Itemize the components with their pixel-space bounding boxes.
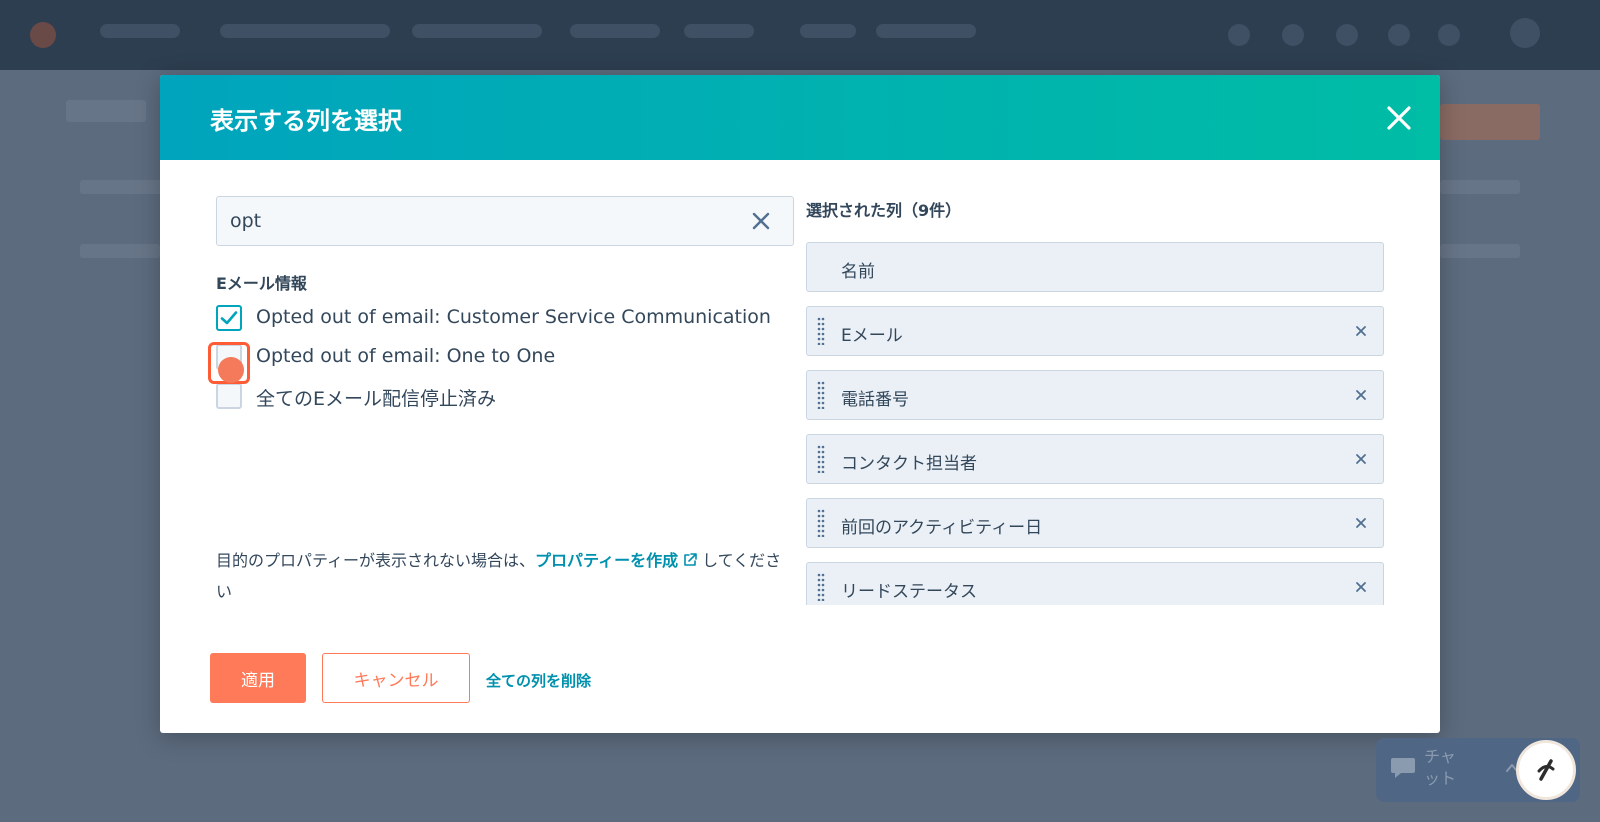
selected-column-label: コンタクト担当者 [841,454,977,474]
cancel-button[interactable]: キャンセル [322,653,470,703]
selected-column-item[interactable]: 前回のアクティビティー日 [806,498,1384,548]
selected-column-item[interactable]: コンタクト担当者 [806,434,1384,484]
background-nav-item [412,24,542,38]
background-page-title [66,100,146,122]
background-logo [30,22,56,48]
clear-search-button[interactable] [749,209,773,233]
background-help-icon [1388,24,1410,46]
checkmark-icon [220,311,238,325]
background-nav-item [570,24,660,38]
background-nav-item [684,24,754,38]
background-tab [80,180,170,194]
background-filter [80,244,160,258]
create-property-link[interactable]: プロパティーを作成 [535,551,678,570]
property-option-label: Opted out of email: Customer Service Com… [256,306,771,328]
property-group-label: Eメール情報 [216,274,307,293]
property-search-input[interactable] [217,197,737,245]
apply-button[interactable]: 適用 [210,653,306,703]
background-nav-item [876,24,976,38]
property-option[interactable]: 全てのEメール配信停止済み [216,381,796,411]
drag-handle-icon[interactable] [817,445,825,473]
background-search-icon [1228,24,1250,46]
help-text-prefix: 目的のプロパティーが表示されない場合は、 [216,551,536,570]
modal-header: 表示する列を選択 [160,75,1440,160]
external-link-icon [684,553,697,566]
remove-column-icon[interactable] [1353,323,1369,339]
background-nav-item [220,24,390,38]
chat-label: チャット [1424,747,1457,788]
background-action [1440,244,1520,258]
chat-bubble-icon [1391,758,1415,778]
drag-handle-icon[interactable] [817,381,825,409]
selected-columns-list[interactable]: 名前 Eメール 電話番号 コンタクト担当者 前回のアクティビティー日 リードステ… [806,242,1386,605]
selected-columns-title: 選択された列（9件） [806,201,962,220]
remove-column-icon[interactable] [1353,579,1369,595]
choose-columns-modal: 表示する列を選択 Eメール情報 Opted out of email: Cust… [160,75,1440,733]
selected-column-label: 名前 [841,262,875,282]
property-checkbox[interactable] [216,383,242,409]
cursor-indicator [218,357,244,383]
close-icon [1387,106,1411,130]
drag-handle-icon[interactable] [817,509,825,537]
help-text: 目的のプロパティーが表示されない場合は、プロパティーを作成 してください [216,545,786,607]
selected-column-label: 前回のアクティビティー日 [841,518,1043,538]
property-option-label: Opted out of email: One to One [256,345,556,367]
selected-column-item[interactable]: Eメール [806,306,1384,356]
selected-column-label: Eメール [841,326,903,346]
remove-all-columns-link[interactable]: 全ての列を削除 [486,670,591,691]
selected-column-item[interactable]: リードステータス [806,562,1384,605]
background-bell-icon [1438,24,1460,46]
close-modal-button[interactable] [1382,101,1416,135]
remove-column-icon[interactable] [1353,451,1369,467]
background-avatar [1510,18,1540,48]
property-option-label: 全てのEメール配信停止済み [256,388,497,410]
background-nav-item [800,24,856,38]
remove-column-icon[interactable] [1353,387,1369,403]
close-icon [752,212,770,230]
chat-launcher-avatar[interactable] [1516,740,1576,800]
background-action [1440,180,1520,194]
background-settings-icon [1336,24,1358,46]
selected-column-label: リードステータス [841,582,977,602]
remove-column-icon[interactable] [1353,515,1369,531]
drag-handle-icon[interactable] [817,573,825,601]
selected-column-item[interactable]: 電話番号 [806,370,1384,420]
background-create-button [1440,104,1540,140]
property-checkbox-checked[interactable] [216,305,242,331]
selected-column-label: 電話番号 [841,390,909,410]
background-nav-item [100,24,180,38]
drag-handle-icon[interactable] [817,317,825,345]
selected-column-item: 名前 [806,242,1384,292]
property-option[interactable]: Opted out of email: One to One [216,342,796,372]
property-option[interactable]: Opted out of email: Customer Service Com… [216,303,796,333]
modal-title: 表示する列を選択 [210,107,402,135]
property-search-box [216,196,794,246]
background-top-nav [0,0,1600,70]
background-grid-icon [1282,24,1304,46]
sprocket-icon [1537,759,1555,781]
